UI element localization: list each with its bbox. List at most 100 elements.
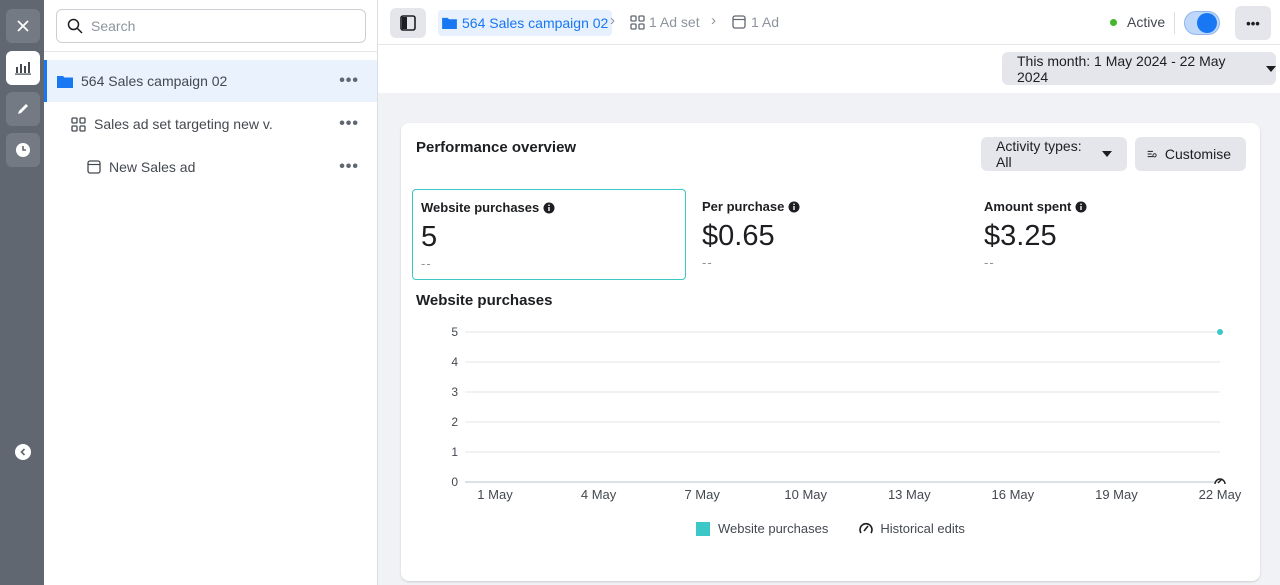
performance-tab-button[interactable]: [6, 51, 40, 85]
metric-amount-spent[interactable]: Amount spent $3.25 --: [976, 189, 1250, 280]
chevron-left-icon: [20, 448, 26, 456]
close-button[interactable]: [6, 9, 40, 43]
chevron-right-icon: ›: [610, 12, 615, 29]
customise-icon: [1147, 150, 1157, 158]
toggle-knob: [1197, 13, 1217, 33]
sidebar-toggle-icon: [400, 15, 416, 31]
customise-button[interactable]: Customise: [1135, 137, 1246, 171]
caret-down-icon: [1102, 151, 1112, 157]
metric-comparison: --: [702, 255, 713, 270]
more-options-button[interactable]: •••: [339, 158, 359, 176]
clock-icon: [16, 143, 30, 157]
metric-comparison: --: [984, 255, 995, 270]
activity-types-label: Activity types: All: [996, 138, 1082, 170]
breadcrumb-ad-set-label: 1 Ad set: [649, 14, 700, 30]
date-range-dropdown[interactable]: This month: 1 May 2024 - 22 May 2024: [1002, 52, 1276, 85]
close-icon: [17, 20, 29, 32]
metric-comparison: --: [421, 256, 432, 271]
caret-down-icon: [1266, 65, 1276, 72]
divider: [44, 51, 378, 52]
status-dot: [1110, 18, 1117, 26]
x-tick-label: 10 May: [784, 487, 827, 502]
breadcrumb-ad-set[interactable]: 1 Ad set: [630, 14, 700, 30]
data-point: [1217, 329, 1223, 335]
y-tick-label: 4: [451, 355, 458, 369]
left-rail: [0, 0, 44, 585]
y-tick-label: 0: [451, 475, 458, 489]
more-options-button[interactable]: •••: [339, 115, 359, 133]
performance-overview-card: Performance overview Activity types: All…: [401, 123, 1260, 581]
pencil-icon: [18, 104, 28, 114]
history-tab-button[interactable]: [6, 133, 40, 167]
x-tick-label: 1 May: [477, 487, 513, 502]
bar-chart-icon: [15, 62, 31, 75]
ad-icon: [87, 160, 101, 174]
info-icon: [1075, 201, 1087, 213]
y-tick-label: 1: [451, 445, 458, 459]
search-input[interactable]: [91, 18, 351, 34]
y-tick-label: 2: [451, 415, 458, 429]
folder-icon: [442, 17, 457, 29]
tree-item-label: Sales ad set targeting new v.: [94, 116, 273, 132]
active-toggle[interactable]: [1184, 11, 1220, 35]
x-tick-label: 13 May: [888, 487, 931, 502]
collapse-button[interactable]: [15, 444, 31, 460]
breadcrumb-campaign-label: 564 Sales campaign 02: [462, 15, 609, 31]
metric-label-row: Per purchase: [702, 199, 960, 214]
y-tick-label: 5: [451, 325, 458, 339]
activity-types-dropdown[interactable]: Activity types: All: [981, 137, 1127, 171]
metric-value: $0.65: [702, 220, 775, 252]
metric-website-purchases[interactable]: Website purchases 5 --: [412, 189, 686, 280]
ad-set-icon: [630, 14, 645, 30]
x-tick-label: 19 May: [1095, 487, 1138, 502]
metric-value: 5: [421, 221, 438, 253]
metric-per-purchase[interactable]: Per purchase $0.65 --: [694, 189, 968, 280]
metric-label: Per purchase: [702, 199, 785, 214]
panel-toggle-button[interactable]: [390, 8, 426, 38]
legend-label: Website purchases: [718, 521, 829, 536]
x-tick-label: 7 May: [684, 487, 720, 502]
more-actions-button[interactable]: •••: [1235, 6, 1271, 40]
breadcrumb-ad[interactable]: 1 Ad: [732, 14, 779, 30]
breadcrumb-campaign[interactable]: 564 Sales campaign 02: [438, 10, 613, 36]
date-bar: This month: 1 May 2024 - 22 May 2024: [378, 45, 1280, 93]
info-icon: [543, 202, 555, 214]
metric-label: Website purchases: [421, 200, 540, 215]
metric-label-row: Website purchases: [421, 200, 677, 215]
tree-item-ad-set[interactable]: Sales ad set targeting new v. •••: [44, 103, 377, 145]
metric-label-row: Amount spent: [984, 199, 1242, 214]
top-bar: 564 Sales campaign 02 › 1 Ad set › 1 Ad …: [378, 0, 1280, 45]
chart-title: Website purchases: [416, 292, 553, 309]
chart-legend: Website purchases Historical edits: [696, 521, 965, 536]
folder-icon: [57, 75, 73, 88]
date-range-label: This month: 1 May 2024 - 22 May 2024: [1017, 52, 1226, 85]
tree-item-ad[interactable]: New Sales ad •••: [44, 146, 377, 188]
edit-tab-button[interactable]: [6, 92, 40, 126]
card-title: Performance overview: [416, 139, 577, 156]
search-box[interactable]: [56, 9, 366, 43]
y-tick-label: 3: [451, 385, 458, 399]
legend-label: Historical edits: [880, 521, 965, 536]
x-tick-label: 22 May: [1199, 487, 1242, 502]
status-label: Active: [1127, 14, 1166, 30]
search-icon: [67, 18, 83, 34]
divider: [1174, 12, 1175, 34]
line-chart: 0 1 2 3 4 5 1 May 4 May 7 May 10 May 13 May 16 May 1…: [451, 325, 1242, 502]
metric-value: $3.25: [984, 220, 1057, 252]
breadcrumb-ad-label: 1 Ad: [751, 14, 780, 30]
chevron-right-icon: ›: [711, 12, 716, 29]
campaign-tree-panel: 564 Sales campaign 02 ••• Sales ad set t…: [44, 0, 378, 585]
more-options-button[interactable]: •••: [339, 72, 359, 90]
ad-icon: [732, 15, 746, 29]
history-edit-icon: [859, 522, 874, 533]
status-badge: Active: [1110, 14, 1165, 30]
x-tick-label: 16 May: [992, 487, 1035, 502]
ad-set-icon: [71, 116, 86, 132]
tree-item-label: New Sales ad: [109, 159, 196, 175]
metric-label: Amount spent: [984, 199, 1072, 214]
customise-label: Customise: [1164, 146, 1231, 162]
tree-item-label: 564 Sales campaign 02: [81, 73, 228, 89]
info-icon: [788, 201, 800, 213]
tree-item-campaign[interactable]: 564 Sales campaign 02 •••: [44, 60, 377, 102]
x-tick-label: 4 May: [581, 487, 617, 502]
